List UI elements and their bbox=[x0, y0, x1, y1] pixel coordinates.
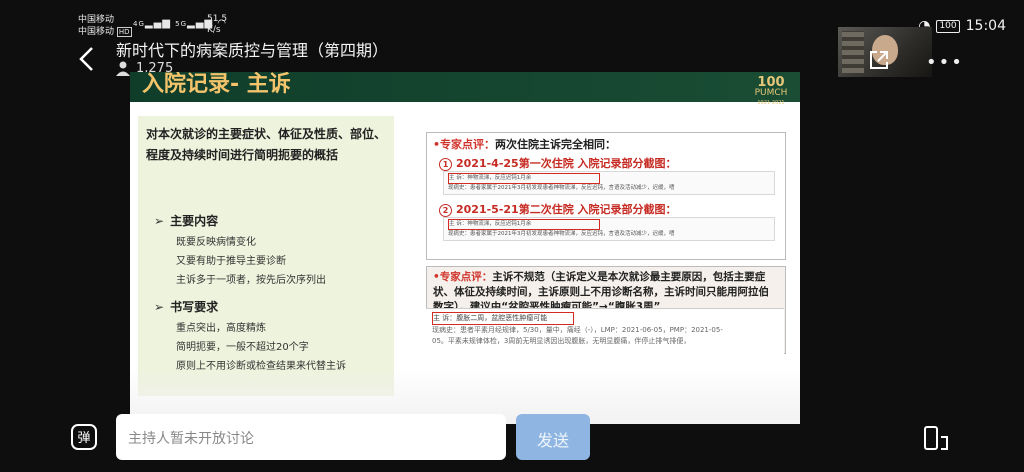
case-3-screenshot: 主 诉：腹胀二周，盆腔恶性肿瘤可能 现病史：患者平素月经规律，5/30，量中，痛… bbox=[426, 308, 784, 355]
screen-rotate-icon[interactable] bbox=[922, 425, 952, 453]
section-writing-requirements: ➢ 书写要求 bbox=[154, 300, 219, 314]
discussion-input[interactable]: 主持人暂未开放讨论 bbox=[116, 414, 506, 460]
case-1-screenshot: 主 诉：神物流涕，反应迟钝1月余 现病史：患者家属于2021年3月初发现患者神物… bbox=[443, 171, 775, 195]
send-button[interactable]: 发送 bbox=[516, 414, 590, 460]
person-icon bbox=[116, 61, 130, 76]
list-item: 既要反映病情变化 bbox=[176, 237, 256, 248]
pumch-logo: 100 PUMCH 1921-2021 bbox=[754, 75, 788, 106]
list-item: 又要有助于推导主要诊断 bbox=[176, 256, 286, 267]
carrier-1: 中国移动 bbox=[78, 15, 115, 25]
list-item: 重点突出，高度精炼 bbox=[176, 323, 266, 334]
network-speed: 51.5 K/s bbox=[207, 14, 228, 35]
presentation-slide: 入院记录- 主诉 100 PUMCH 1921-2021 对本次就诊的主要症状、体征… bbox=[130, 72, 800, 424]
live-title: 新时代下的病案质控与管理（第四期） bbox=[116, 41, 389, 60]
more-options-icon[interactable]: ••• bbox=[926, 52, 964, 73]
section-main-content: ➢ 主要内容 bbox=[154, 214, 219, 228]
bookshelf-background bbox=[842, 31, 864, 73]
chief-complaint-definition: 对本次就诊的主要症状、体征及性质、部位、程度及持续时间进行简明扼要的概括 bbox=[146, 127, 387, 162]
case-2-screenshot: 主 诉：神物流涕，反应迟钝1月余 现病史：患者家属于2021年3月初发现患者神物… bbox=[443, 217, 775, 241]
expert-comment-heading-1: •专家点评：两次住院主诉完全相同： bbox=[433, 138, 617, 151]
expert-comment-box-1: •专家点评：两次住院主诉完全相同： 1 2021-4-25第一次住院 入院记录部分… bbox=[426, 132, 786, 260]
svg-text:弹: 弹 bbox=[77, 431, 90, 446]
carrier-info: 中国移动 中国移动 HD bbox=[78, 14, 132, 38]
case-2-title: 2 2021-5-21第二次住院 入院记录部分截图： bbox=[439, 201, 677, 217]
danmaku-toggle-icon[interactable]: 弹 bbox=[70, 423, 98, 451]
case-1-title: 1 2021-4-25第一次住院 入院记录部分截图： bbox=[439, 155, 677, 171]
left-content-panel: 对本次就诊的主要症状、体征及性质、部位、程度及持续时间进行简明扼要的概括 ➢ 主要… bbox=[138, 116, 394, 396]
list-item: 简明扼要，一般不超过20个字 bbox=[176, 342, 309, 353]
list-item: 主诉多于一项者，按先后次序列出 bbox=[176, 275, 326, 286]
battery-icon: 100 bbox=[936, 19, 960, 33]
back-arrow-icon[interactable] bbox=[76, 46, 98, 72]
clock: 15:04 bbox=[965, 18, 1006, 34]
popout-window-icon[interactable] bbox=[868, 49, 890, 71]
slide-heading: 入院记录- 主诉 bbox=[142, 72, 291, 97]
hd-badge: HD bbox=[116, 27, 132, 37]
